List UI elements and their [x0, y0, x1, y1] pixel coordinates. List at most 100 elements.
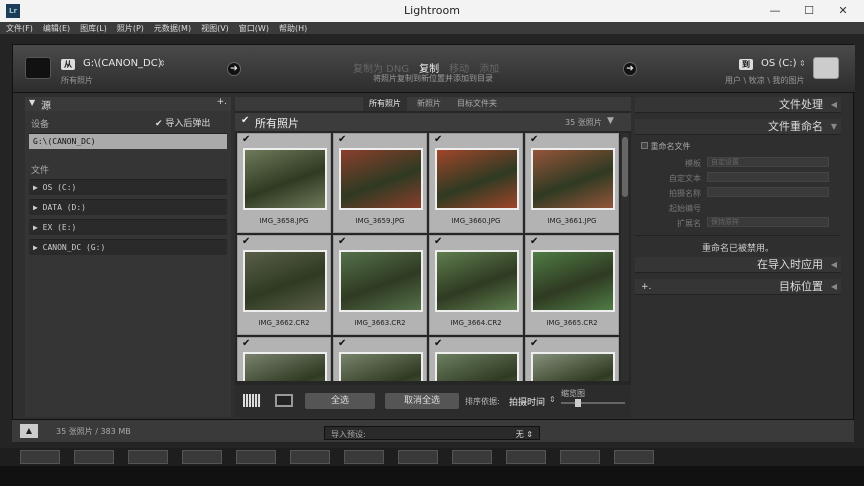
- check-icon[interactable]: ✔: [530, 237, 538, 247]
- photo-cell[interactable]: ✔ IMG_3660.JPG: [429, 133, 523, 233]
- filmstrip-thumb[interactable]: [128, 450, 168, 464]
- photo-cell[interactable]: ✔ IMG_3659.JPG: [333, 133, 427, 233]
- destination-header[interactable]: +. 目标位置 ◀: [635, 279, 841, 295]
- menu-view[interactable]: 视图(V): [201, 23, 229, 34]
- check-icon[interactable]: ✔: [434, 339, 442, 349]
- grid-scrollbar[interactable]: [621, 133, 629, 381]
- loupe-view-icon[interactable]: [275, 394, 293, 407]
- photo-cell[interactable]: ✔ IMG_3664.CR2: [429, 235, 523, 335]
- photo-cell[interactable]: ✔ IMG_3665.CR2: [525, 235, 619, 335]
- check-icon[interactable]: ✔: [242, 135, 250, 145]
- check-icon[interactable]: ✔: [434, 135, 442, 145]
- deselect-all-button[interactable]: 取消全选: [385, 393, 459, 409]
- add-source-button[interactable]: +.: [217, 97, 227, 107]
- close-button[interactable]: ✕: [828, 3, 858, 19]
- check-icon[interactable]: ✔: [338, 237, 346, 247]
- photo-cell[interactable]: ✔: [237, 337, 331, 381]
- device-row[interactable]: G:\(CANON_DC): [29, 133, 227, 149]
- photo-thumbnail[interactable]: [243, 148, 327, 210]
- filmstrip-thumb[interactable]: [398, 450, 438, 464]
- photo-cell[interactable]: ✔: [333, 337, 427, 381]
- filmstrip-thumb[interactable]: [290, 450, 330, 464]
- photo-thumbnail[interactable]: [435, 250, 519, 312]
- drive-row-d[interactable]: ▶ DATA (D:): [29, 199, 227, 215]
- photo-cell[interactable]: ✔ IMG_3663.CR2: [333, 235, 427, 335]
- check-icon[interactable]: ✔: [242, 237, 250, 247]
- photo-thumbnail[interactable]: [531, 250, 615, 312]
- sort-caret-icon[interactable]: ⇕: [549, 395, 556, 404]
- menu-edit[interactable]: 编辑(E): [43, 23, 70, 34]
- photo-cell[interactable]: ✔ IMG_3658.JPG: [237, 133, 331, 233]
- photo-cell[interactable]: ✔ IMG_3662.CR2: [237, 235, 331, 335]
- filmstrip-thumb[interactable]: [506, 450, 546, 464]
- select-all-button[interactable]: 全选: [305, 393, 375, 409]
- shoot-name-field[interactable]: [707, 187, 829, 197]
- extension-select[interactable]: 保持原样: [707, 217, 829, 227]
- photo-thumbnail[interactable]: [531, 148, 615, 210]
- source-path[interactable]: G:\(CANON_DC): [83, 58, 162, 69]
- minimize-button[interactable]: —: [760, 3, 790, 19]
- filmstrip-thumb[interactable]: [182, 450, 222, 464]
- photo-thumbnail[interactable]: [339, 250, 423, 312]
- check-icon[interactable]: ✔: [530, 339, 538, 349]
- menu-window[interactable]: 窗口(W): [239, 23, 269, 34]
- photo-cell[interactable]: ✔: [429, 337, 523, 381]
- source-drive-icon[interactable]: [25, 57, 51, 79]
- scrollbar-thumb[interactable]: [622, 137, 628, 197]
- check-all-icon[interactable]: ✔: [241, 115, 249, 126]
- thumbnail-size-slider[interactable]: [561, 399, 625, 407]
- destination-drive-icon[interactable]: [813, 57, 839, 79]
- photo-thumbnail[interactable]: [339, 148, 423, 210]
- template-select[interactable]: 自定设置: [707, 157, 829, 167]
- import-preset-select[interactable]: 无 ⇕: [516, 429, 533, 440]
- photo-thumbnail[interactable]: [435, 148, 519, 210]
- photo-thumbnail[interactable]: [435, 352, 519, 381]
- file-handling-header[interactable]: 文件处理 ◀: [635, 97, 841, 113]
- menu-library[interactable]: 图库(L): [80, 23, 107, 34]
- collapse-button[interactable]: ▲: [20, 424, 38, 438]
- filmstrip-thumb[interactable]: [344, 450, 384, 464]
- rename-files-checkbox[interactable]: 重命名文件: [641, 141, 691, 152]
- filmstrip-thumb[interactable]: [560, 450, 600, 464]
- tab-new-photos[interactable]: 新照片: [411, 97, 447, 111]
- menu-help[interactable]: 帮助(H): [279, 23, 307, 34]
- tab-destination-folders[interactable]: 目标文件夹: [451, 97, 503, 111]
- check-icon[interactable]: ✔: [338, 135, 346, 145]
- menu-metadata[interactable]: 元数据(M): [154, 23, 191, 34]
- slider-handle[interactable]: [575, 399, 581, 407]
- photo-thumbnail[interactable]: [243, 250, 327, 312]
- filmstrip-thumb[interactable]: [20, 450, 60, 464]
- photo-thumbnail[interactable]: [531, 352, 615, 381]
- drive-row-g[interactable]: ▶ CANON_DC (G:): [29, 239, 227, 255]
- drive-row-e[interactable]: ▶ EX (E:): [29, 219, 227, 235]
- source-caret-icon[interactable]: ⇕: [159, 59, 166, 68]
- maximize-button[interactable]: ☐: [794, 3, 824, 19]
- drive-row-c[interactable]: ▶ OS (C:): [29, 179, 227, 195]
- tab-all-photos[interactable]: 所有照片: [363, 97, 407, 111]
- import-preset-box[interactable]: 导入预设: 无 ⇕: [324, 426, 540, 440]
- photo-cell[interactable]: ✔ IMG_3661.JPG: [525, 133, 619, 233]
- destination-caret-icon[interactable]: ⇕: [799, 59, 806, 68]
- photo-cell[interactable]: ✔: [525, 337, 619, 381]
- photo-thumbnail[interactable]: [339, 352, 423, 381]
- filmstrip-thumb[interactable]: [74, 450, 114, 464]
- menu-photo[interactable]: 照片(P): [117, 23, 144, 34]
- check-icon[interactable]: ✔: [530, 135, 538, 145]
- file-rename-header[interactable]: 文件重命名 ▼: [635, 119, 841, 135]
- triangle-down-icon[interactable]: ▼: [607, 116, 614, 126]
- add-destination-button[interactable]: +.: [641, 279, 651, 295]
- filmstrip-thumb[interactable]: [452, 450, 492, 464]
- check-icon[interactable]: ✔: [242, 339, 250, 349]
- grid-view-icon[interactable]: [243, 394, 261, 407]
- menu-file[interactable]: 文件(F): [6, 23, 33, 34]
- filmstrip-thumb[interactable]: [236, 450, 276, 464]
- check-icon[interactable]: ✔: [338, 339, 346, 349]
- apply-during-import-header[interactable]: 在导入时应用 ◀: [635, 257, 841, 273]
- eject-after-import-checkbox[interactable]: ✔ 导入后弹出: [155, 116, 210, 129]
- photo-thumbnail[interactable]: [243, 352, 327, 381]
- destination-drive[interactable]: OS (C:): [761, 58, 797, 69]
- filmstrip-thumb[interactable]: [614, 450, 654, 464]
- sort-select[interactable]: 拍摄时间: [509, 395, 545, 408]
- source-panel-header[interactable]: ▼ 源 +.: [25, 97, 231, 112]
- custom-text-field[interactable]: [707, 172, 829, 182]
